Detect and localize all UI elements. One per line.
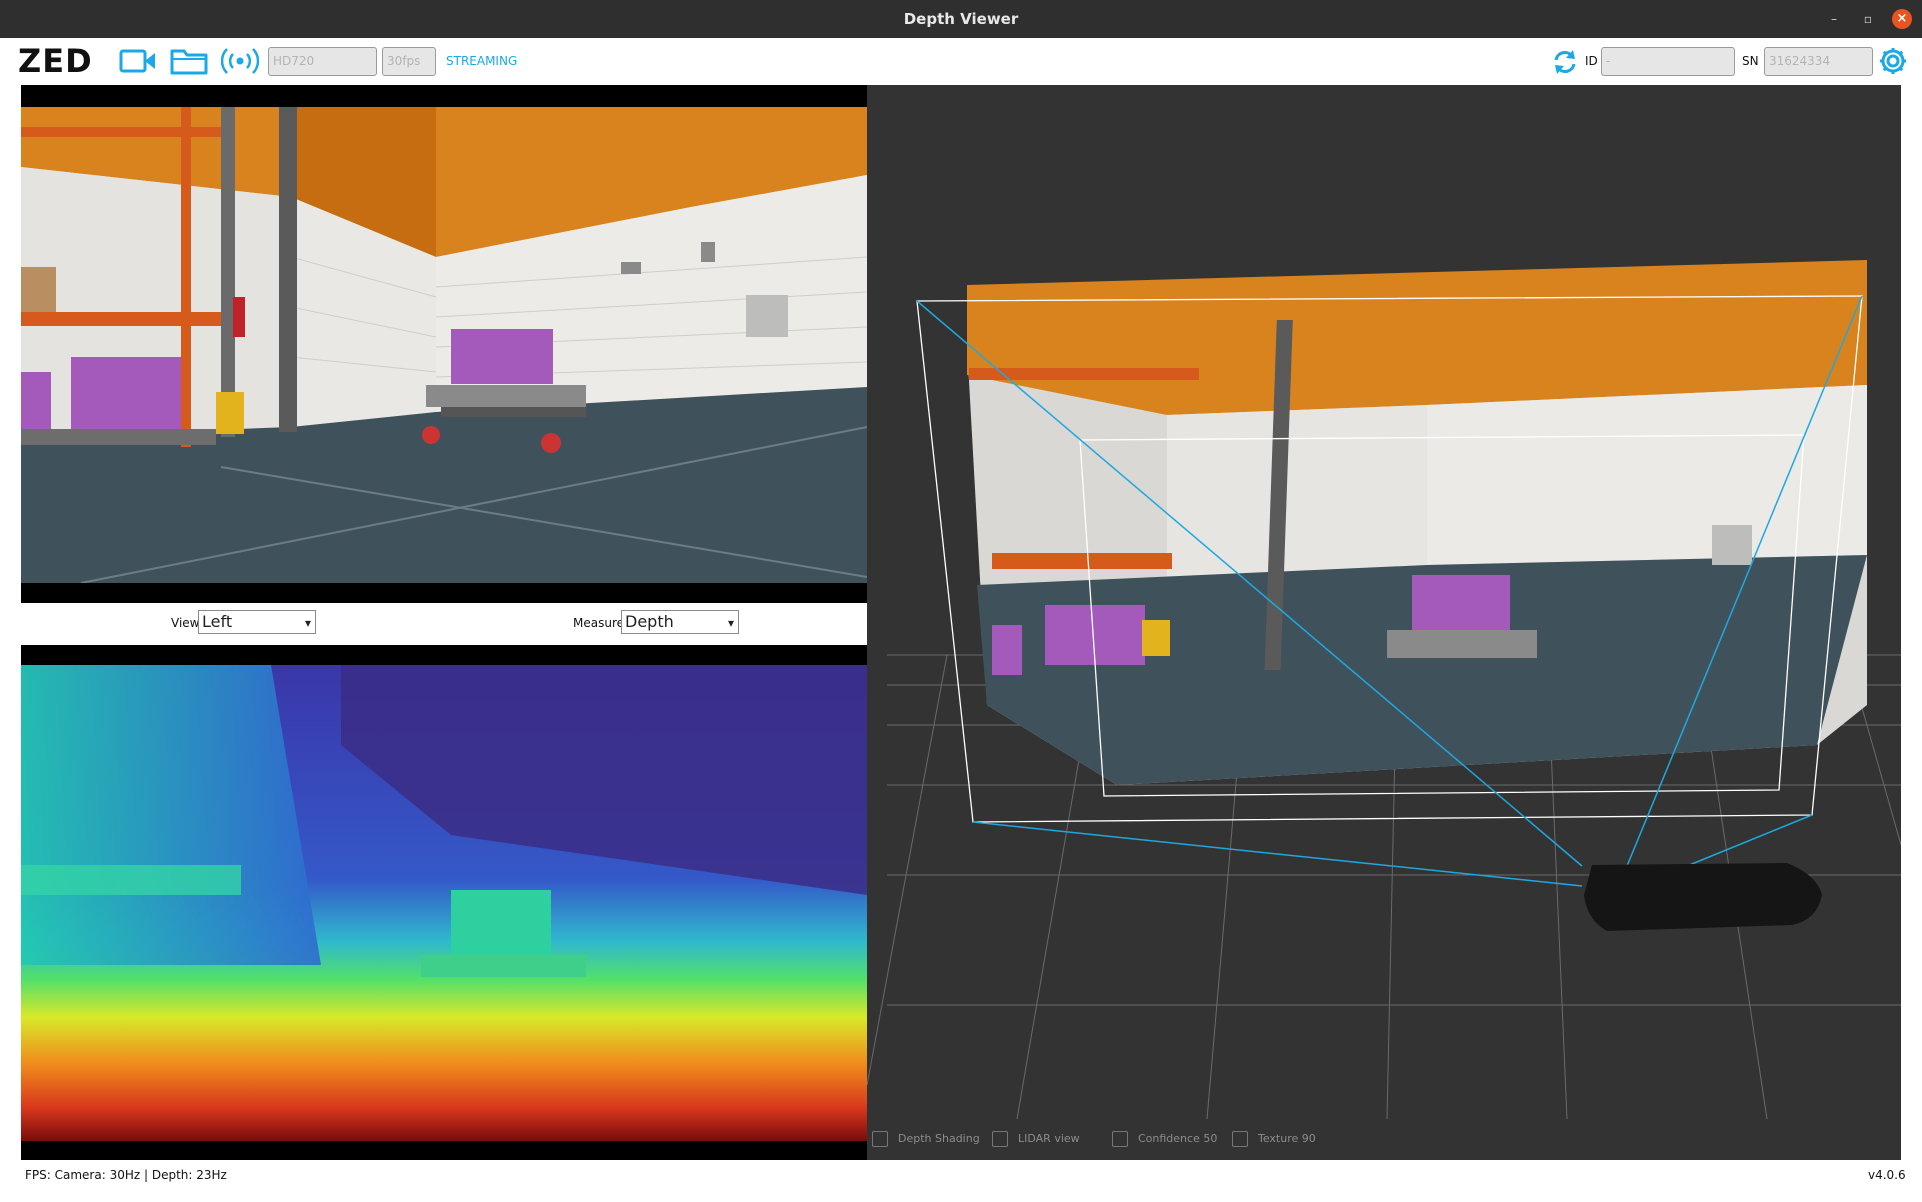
left-panel: View Left ▾ Measure Depth ▾ (21, 85, 867, 1160)
checkbox-box[interactable] (992, 1131, 1008, 1147)
left-camera-image (21, 107, 867, 583)
gear-icon[interactable] (1877, 45, 1909, 81)
measure-select[interactable]: Depth ▾ (621, 610, 739, 634)
status-bar: FPS: Camera: 30Hz | Depth: 23Hz v4.0.6 (0, 1160, 1922, 1202)
checkbox-label: LIDAR view (1018, 1132, 1080, 1145)
view-select[interactable]: Left ▾ (198, 610, 316, 634)
view-select-value: Left (202, 612, 233, 631)
resolution-field[interactable]: HD720 (268, 47, 377, 76)
chevron-down-icon: ▾ (727, 616, 734, 630)
close-button[interactable]: × (1892, 9, 1912, 29)
sn-label: SN (1742, 54, 1759, 68)
view-controls: View Left ▾ Measure Depth ▾ (21, 603, 867, 645)
checkbox-label: Texture 90 (1258, 1132, 1316, 1145)
depth-map-image (21, 665, 867, 1141)
checkbox-box[interactable] (1232, 1131, 1248, 1147)
checkbox-label: Depth Shading (898, 1132, 980, 1145)
streaming-icon[interactable] (220, 45, 260, 81)
id-field[interactable]: - (1601, 47, 1735, 76)
checkbox-label: Confidence 50 (1138, 1132, 1218, 1145)
zed-logo: ZED (18, 42, 93, 80)
point-cloud-3d-view[interactable]: Depth Shading LIDAR view Confidence 50 T… (867, 85, 1901, 1160)
view-options: Depth Shading LIDAR view Confidence 50 T… (867, 1129, 1901, 1149)
id-label: ID (1585, 54, 1598, 68)
fps-field[interactable]: 30fps (382, 47, 436, 76)
minimize-button[interactable]: – (1824, 9, 1844, 29)
measure-select-value: Depth (625, 612, 674, 631)
title-bar: Depth Viewer – ▫ × (0, 0, 1922, 38)
view-label: View (171, 616, 200, 630)
measure-label: Measure (573, 616, 624, 630)
sn-field[interactable]: 31624334 (1764, 47, 1873, 76)
streaming-status: STREAMING (446, 54, 518, 68)
checkbox-box[interactable] (872, 1131, 888, 1147)
version-label: v4.0.6 (1868, 1168, 1906, 1182)
chevron-down-icon: ▾ (304, 616, 311, 630)
refresh-icon[interactable] (1551, 48, 1579, 80)
maximize-button[interactable]: ▫ (1858, 9, 1878, 29)
window-title: Depth Viewer (903, 10, 1019, 28)
camera-icon[interactable] (119, 47, 157, 79)
folder-icon[interactable] (170, 46, 208, 80)
checkbox-box[interactable] (1112, 1131, 1128, 1147)
toolbar: ZED HD720 30fps STREAMING ID - SN 316243… (0, 38, 1922, 84)
fps-readout: FPS: Camera: 30Hz | Depth: 23Hz (25, 1168, 227, 1182)
